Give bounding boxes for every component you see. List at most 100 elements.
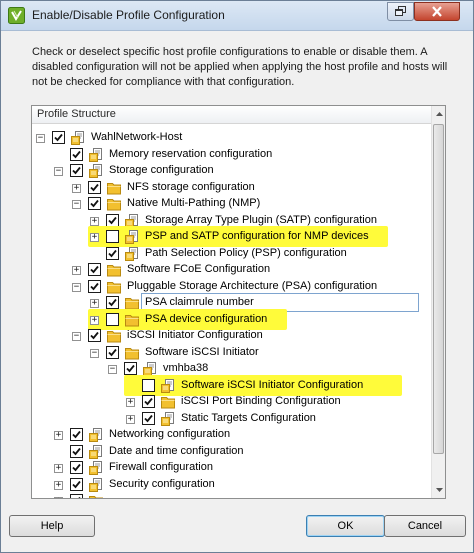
tree-row[interactable]: + NFS storage configuration [32, 180, 431, 196]
profile-icon [89, 461, 102, 475]
tree-row[interactable]: − iSCSI Initiator Configuration [32, 328, 431, 344]
tree-item-label: NFS storage configuration [127, 180, 255, 193]
profile-icon [125, 246, 138, 261]
checkbox-checked[interactable] [106, 296, 119, 309]
profile-icon [89, 477, 102, 492]
tree-row[interactable]: Software iSCSI Initiator Configuration [32, 374, 431, 396]
folder-icon [107, 331, 121, 343]
checkbox-checked[interactable] [70, 477, 83, 491]
checkbox-checked[interactable] [142, 395, 155, 408]
expand-icon[interactable]: + [90, 233, 99, 242]
checkmark-icon [78, 496, 81, 498]
tree-column-header: Profile Structure [32, 106, 431, 124]
tree-row[interactable]: + Networking configuration [32, 427, 431, 443]
title-bar[interactable]: Enable/Disable Profile Configuration [1, 1, 473, 31]
tree-item-label: Storage Array Type Plugin (SATP) configu… [145, 213, 377, 226]
folder-icon [107, 281, 121, 293]
expand-icon[interactable]: + [126, 414, 135, 424]
tree-item-label: Storage configuration [109, 164, 214, 176]
scrollbar-thumb[interactable] [433, 124, 444, 454]
vertical-scrollbar[interactable] [431, 106, 445, 498]
tree-row[interactable]: + Static Targets Configuration [32, 411, 431, 427]
expand-icon[interactable]: + [72, 183, 81, 193]
checkbox-checked[interactable] [106, 213, 119, 227]
tree-item-label: Native Multi-Pathing (NMP) [127, 197, 261, 209]
folder-icon [125, 347, 139, 359]
checkbox-checked[interactable] [142, 411, 155, 425]
checkbox-checked[interactable] [70, 494, 83, 498]
tree-row[interactable]: − Native Multi-Pathing (NMP) [32, 196, 431, 212]
tree-item-label: Software FCoE Configuration [127, 263, 271, 275]
triangle-up-icon [435, 112, 443, 116]
folder-icon [107, 182, 121, 194]
tree-row[interactable]: − Software iSCSI Initiator [32, 345, 431, 361]
close-button[interactable] [414, 2, 460, 21]
scroll-down-button[interactable] [432, 482, 446, 498]
expand-icon[interactable]: + [72, 266, 81, 275]
collapse-icon[interactable]: − [72, 200, 81, 209]
checkbox-unchecked[interactable] [142, 378, 155, 392]
collapse-icon[interactable]: − [72, 282, 81, 292]
expand-icon[interactable]: + [54, 464, 63, 473]
folder-icon [107, 199, 121, 211]
tree-row[interactable]: + iSCSI Port Binding Configuration [32, 394, 431, 410]
checkmark-icon [126, 364, 135, 373]
tree-row[interactable]: + PSA device configuration [32, 308, 431, 330]
tree-row[interactable]: Date and time configuration [32, 444, 431, 460]
tree-item-label: iSCSI Port Binding Configuration [181, 395, 341, 407]
profile-icon [125, 230, 138, 244]
collapse-icon[interactable]: − [90, 348, 99, 358]
expand-icon[interactable]: + [54, 497, 63, 498]
checkbox-checked[interactable] [70, 444, 83, 458]
restore-button[interactable] [387, 2, 414, 21]
checkbox-checked[interactable] [88, 197, 101, 210]
checkmark-icon [90, 331, 99, 340]
checkmark-icon [90, 282, 99, 290]
checkbox-checked[interactable] [70, 164, 83, 177]
checkmark-icon [144, 397, 153, 406]
checkbox-checked[interactable] [106, 345, 119, 359]
checkbox-unchecked[interactable] [106, 230, 119, 243]
checkbox-checked[interactable] [88, 329, 101, 342]
checkbox-checked[interactable] [88, 279, 101, 293]
collapse-icon[interactable]: − [108, 365, 117, 374]
help-button[interactable]: Help [9, 515, 95, 537]
checkmark-icon [72, 150, 81, 158]
tree-row[interactable]: − WahlNetwork-Host [32, 130, 431, 146]
tree-row[interactable]: − Storage configuration [32, 163, 431, 179]
checkmark-icon [72, 447, 81, 455]
folder-icon [107, 265, 121, 277]
tree-row[interactable]: + Software FCoE Configuration [32, 262, 431, 278]
checkbox-checked[interactable] [70, 147, 83, 161]
checkmark-icon [90, 183, 99, 191]
collapse-icon[interactable]: − [36, 134, 45, 143]
expand-icon[interactable]: + [126, 398, 135, 407]
checkbox-checked[interactable] [70, 461, 83, 474]
checkbox-checked[interactable] [88, 180, 101, 194]
tree-row[interactable]: + PSP and SATP configuration for NMP devi… [32, 226, 431, 247]
scroll-up-button[interactable] [432, 106, 446, 122]
cancel-button[interactable]: Cancel [384, 515, 466, 537]
tree-row[interactable]: + Firewall configuration [32, 460, 431, 476]
ok-button[interactable]: OK [306, 515, 385, 537]
collapse-icon[interactable]: − [72, 332, 81, 341]
expand-icon[interactable]: + [54, 480, 63, 490]
checkbox-checked[interactable] [70, 428, 83, 441]
checkbox-unchecked[interactable] [106, 312, 119, 326]
description-text: Check or deselect specific host profile … [32, 46, 448, 88]
expand-icon[interactable]: + [90, 299, 99, 308]
tree-row[interactable]: + Security configuration [32, 477, 431, 493]
checkbox-checked[interactable] [106, 246, 119, 260]
checkbox-checked[interactable] [124, 362, 137, 375]
expand-icon[interactable]: + [90, 216, 99, 226]
tree-row[interactable]: + [32, 493, 431, 498]
tree-item-label: Path Selection Policy (PSP) configuratio… [145, 246, 347, 259]
tree-item-label: Security configuration [109, 477, 215, 490]
checkbox-checked[interactable] [52, 131, 65, 144]
expand-icon[interactable]: + [90, 315, 99, 325]
collapse-icon[interactable]: − [54, 167, 63, 176]
tree-row[interactable]: Memory reservation configuration [32, 147, 431, 163]
expand-icon[interactable]: + [54, 431, 63, 440]
checkbox-checked[interactable] [88, 263, 101, 276]
tree-row[interactable]: Path Selection Policy (PSP) configuratio… [32, 246, 431, 262]
